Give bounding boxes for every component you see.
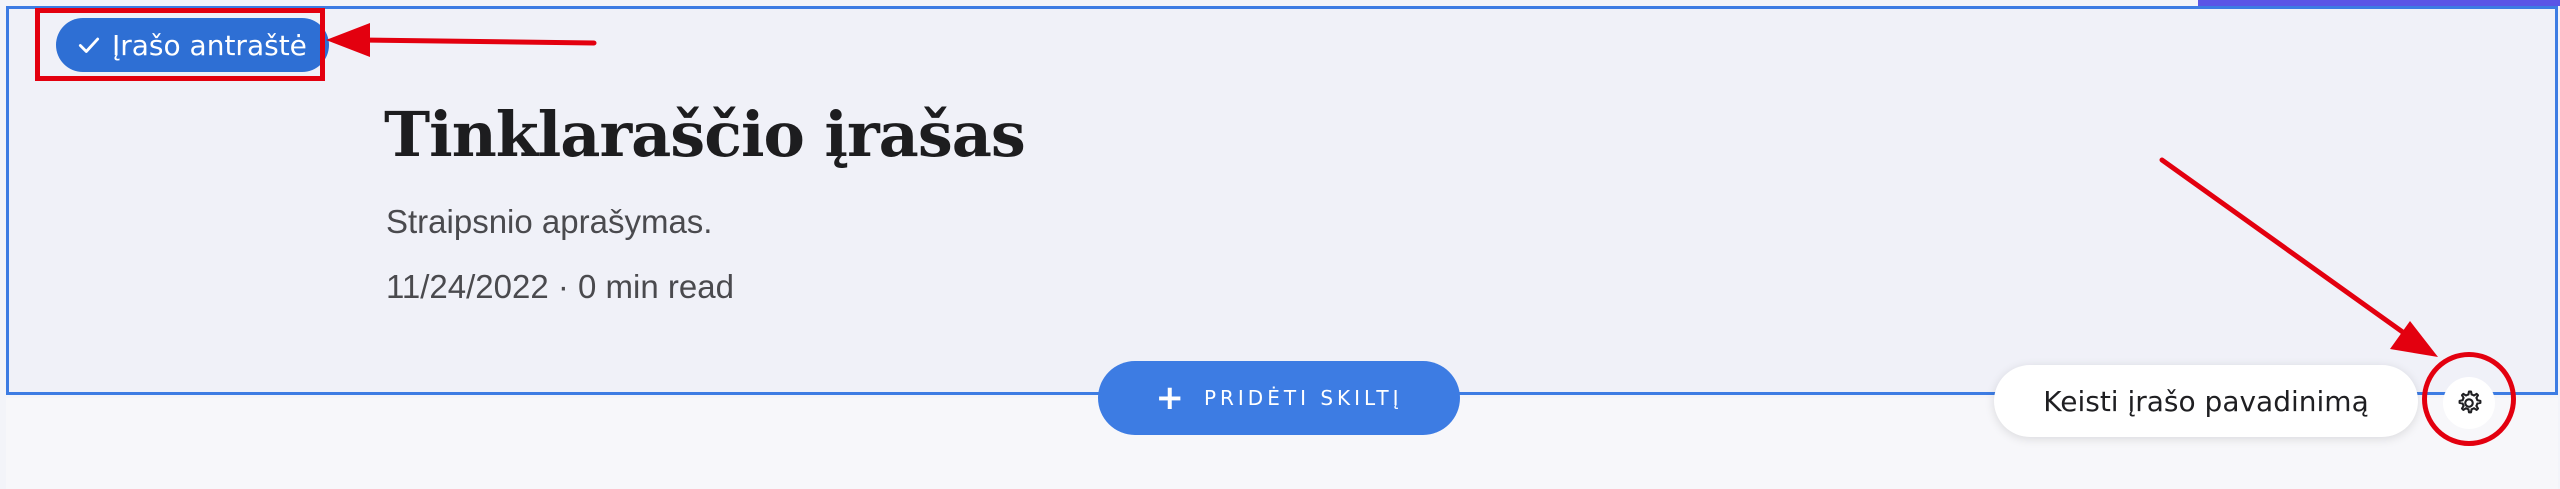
annotation-highlight-circle <box>2422 352 2516 446</box>
plus-icon: + <box>1155 378 1184 418</box>
add-section-label: PRIDĖTI SKILTĮ <box>1203 386 1403 410</box>
post-title[interactable]: Tinklaraščio įrašas <box>384 98 1026 171</box>
post-description[interactable]: Straipsnio aprašymas. <box>386 203 712 241</box>
annotation-highlight-box <box>35 8 325 81</box>
rename-post-button[interactable]: Keisti įrašo pavadinimą <box>1994 365 2418 437</box>
add-section-button[interactable]: + PRIDĖTI SKILTĮ <box>1098 361 1460 435</box>
post-header-section[interactable] <box>6 6 2558 395</box>
rename-post-label: Keisti įrašo pavadinimą <box>2043 384 2369 418</box>
post-meta: 11/24/2022 · 0 min read <box>386 268 734 305</box>
